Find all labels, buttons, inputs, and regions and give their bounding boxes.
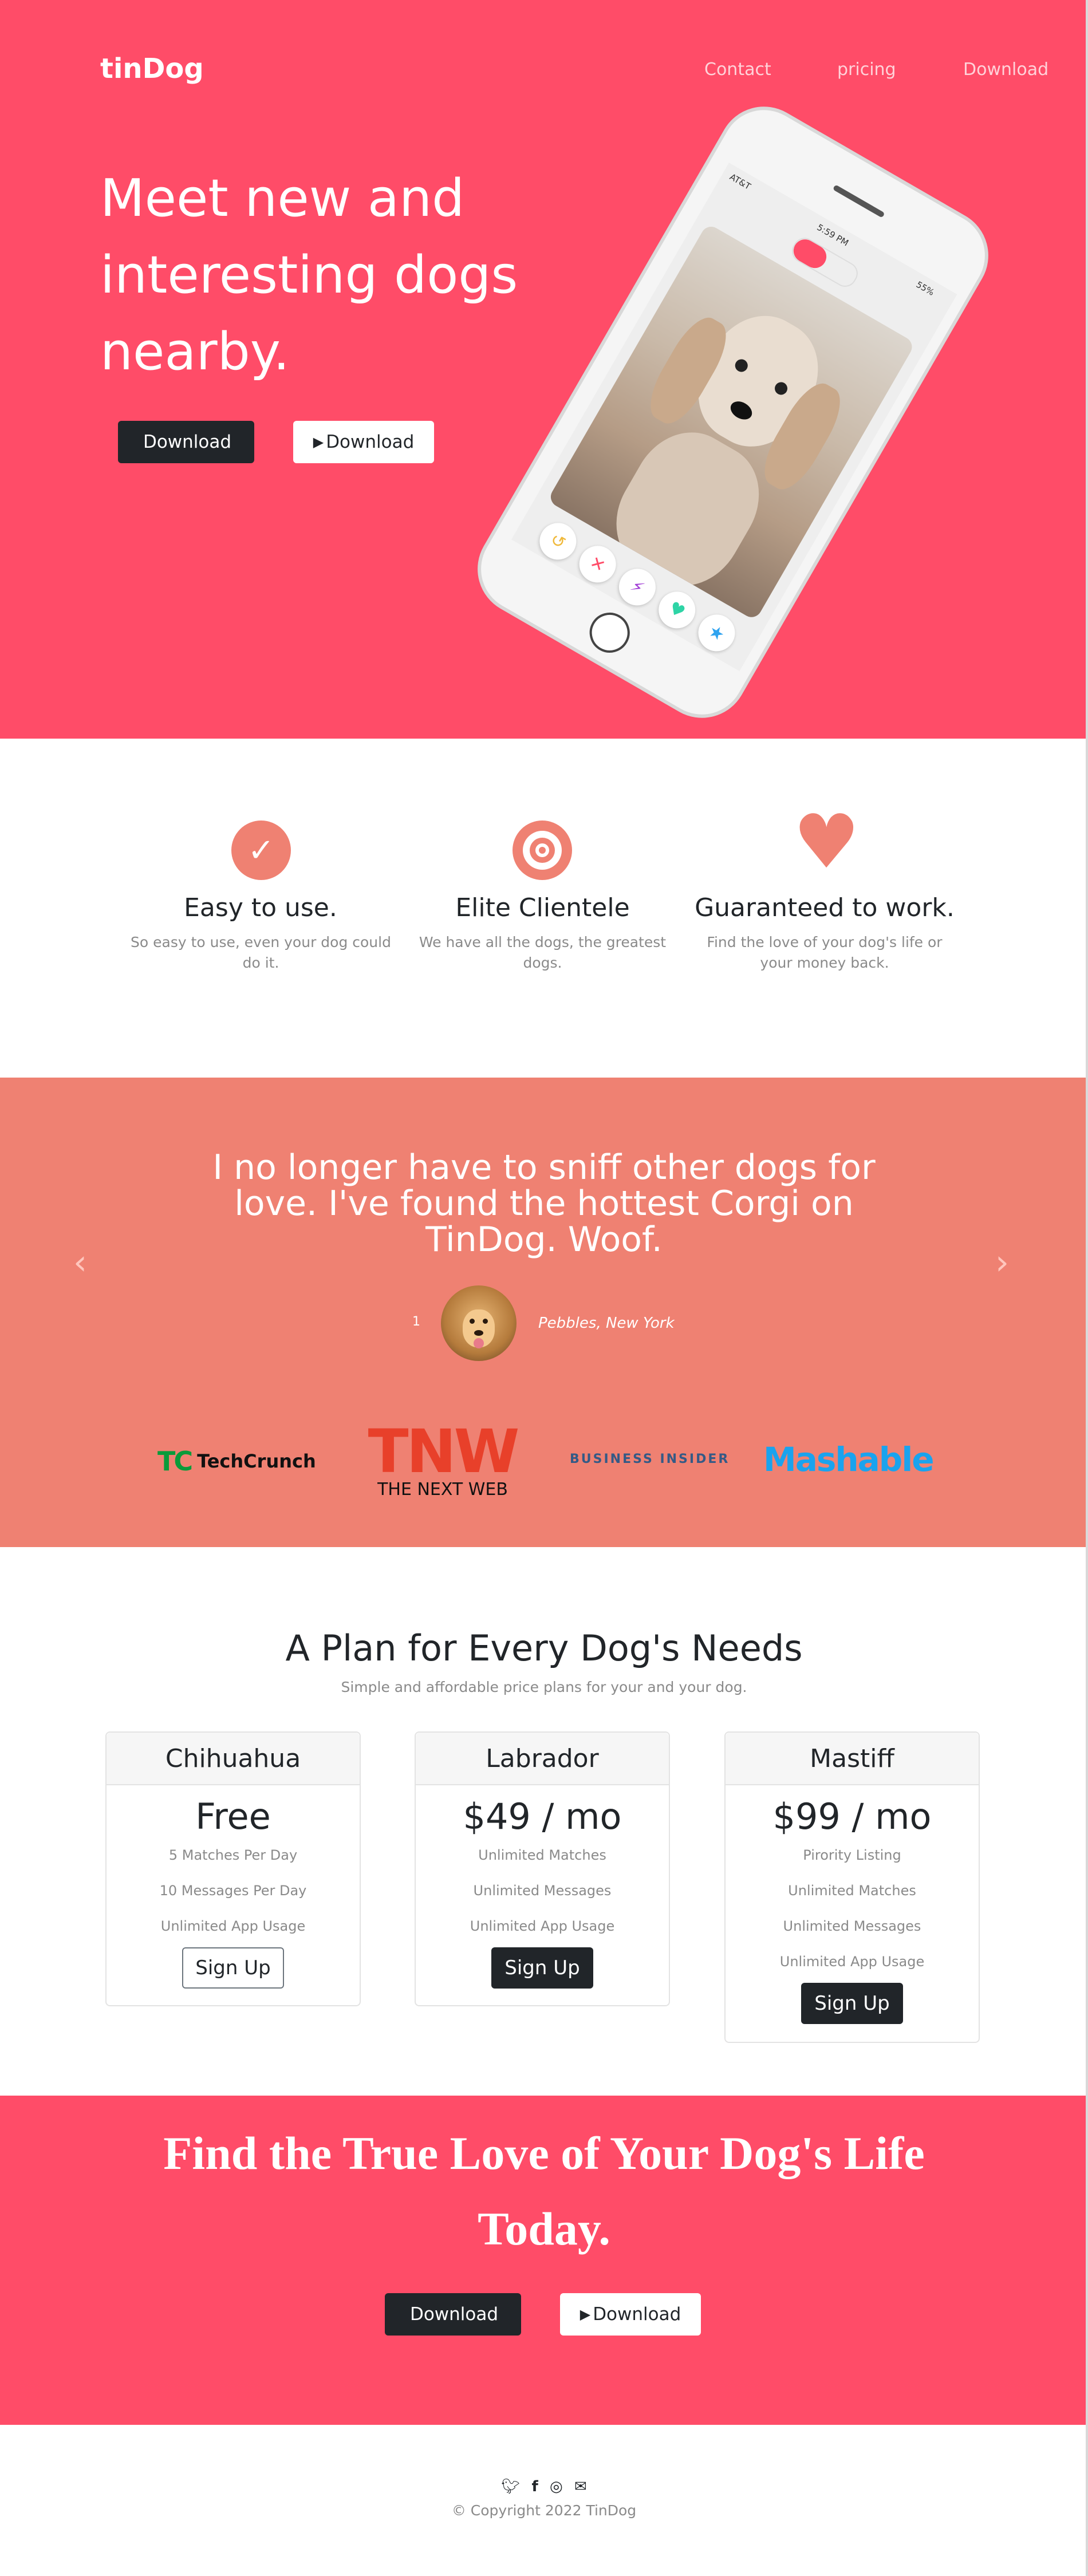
social-links: 🐦︎ f ◎ ✉ [0,2478,1088,2495]
phone-home-button [582,605,637,660]
plan-name: Chihuahua [107,1733,360,1785]
heart-icon: ♥ [793,798,860,885]
brand-logo[interactable]: tinDog [100,53,204,85]
plan-feature: 5 Matches Per Day [168,1847,298,1863]
superlike-icon: ★ [691,607,742,658]
testimonial-quote: I no longer have to sniff other dogs for… [212,1147,876,1260]
instagram-icon[interactable]: ◎ [550,2478,563,2495]
plan-feature: Unlimited App Usage [779,1954,925,1970]
nav-pricing-link[interactable]: pricing [837,60,896,80]
app-store-download-button[interactable]: Download [385,2293,521,2336]
button-label: Download [326,432,415,452]
tnw-logo: TNW THE NEXT WEB [360,1417,526,1500]
scrollbar-track[interactable] [1086,0,1088,2576]
check-circle-icon: ✓ [231,820,291,880]
pricing-card-chihuahua: Chihuahua Free 5 Matches Per Day 10 Mess… [105,1731,361,2006]
carousel-next-button[interactable]: › [995,1242,1009,1283]
boost-icon: ⚡ [612,562,663,613]
techcrunch-logo: TC TechCrunch [157,1446,316,1477]
plan-feature: Pirority Listing [803,1847,901,1863]
hero-title: Meet new and interesting dogs nearby. [100,168,518,382]
plan-feature: Unlimited Matches [478,1847,606,1863]
plan-price: $49 / mo [463,1796,622,1837]
sign-up-button[interactable]: Sign Up [491,1947,593,1989]
feature-text: Find the love of your dog's life or your… [707,934,943,971]
avatar [441,1285,517,1361]
phone-carrier: AT&T [728,171,753,192]
cta-title: Find the True Love of Your Dog's Life To… [163,2127,925,2255]
nav-download-link[interactable]: Download [963,60,1048,80]
plan-feature: 10 Messages Per Day [159,1883,307,1899]
plan-feature: Unlimited App Usage [470,1918,615,1934]
button-label: Download [143,432,232,452]
phone-speaker [832,184,885,218]
testimonial-author: Pebbles, New York [538,1315,675,1332]
twitter-icon[interactable]: 🐦︎ [501,2478,520,2495]
tnw-name: THE NEXT WEB [377,1480,508,1500]
facebook-icon[interactable]: f [531,2478,538,2495]
plan-feature: Unlimited Messages [473,1883,612,1899]
play-store-download-button[interactable]: ▶ Download [560,2293,701,2336]
like-icon: ♥ [652,585,702,636]
sign-up-button[interactable]: Sign Up [801,1983,903,2024]
pricing-title: A Plan for Every Dog's Needs [285,1627,803,1669]
google-play-icon: ▶ [313,434,324,450]
pricing-card-mastiff: Mastiff $99 / mo Pirority Listing Unlimi… [724,1731,980,2043]
rewind-icon: ↺ [533,516,584,567]
feature-text: We have all the dogs, the greatest dogs. [419,934,667,971]
feature-title: Elite Clientele [455,893,630,922]
feature-text: So easy to use, even your dog could do i… [131,934,391,971]
pricing-subtitle: Simple and affordable price plans for yo… [341,1679,747,1695]
pricing-card-labrador: Labrador $49 / mo Unlimited Matches Unli… [415,1731,670,2006]
envelope-icon[interactable]: ✉ [574,2478,587,2495]
nav-contact-link[interactable]: Contact [704,60,771,80]
phone-time: 5:59 PM [815,222,850,248]
sign-up-button[interactable]: Sign Up [182,1947,284,1989]
techcrunch-mark: TC [157,1446,193,1477]
carousel-prev-button[interactable]: ‹ [73,1242,87,1283]
button-label: Download [593,2304,681,2325]
plan-feature: Unlimited Matches [788,1883,916,1899]
slide-number: 1 [412,1315,420,1329]
nope-icon: ✕ [572,539,623,590]
bullseye-icon [513,820,572,880]
play-store-download-button[interactable]: ▶ Download [293,421,434,463]
business-insider-logo: BUSINESS INSIDER [570,1452,730,1466]
phone-screen: AT&T 5:59 PM 55% ↺ ✕ ⚡ ♥ ★ [511,163,957,672]
mashable-logo: Mashable [763,1440,935,1479]
plan-feature: Unlimited App Usage [160,1918,306,1934]
tnw-mark: TNW [368,1417,520,1486]
plan-feature: Unlimited Messages [783,1918,921,1934]
techcrunch-name: TechCrunch [197,1450,316,1472]
button-label: Download [409,2304,499,2325]
feature-title: Easy to use. [184,893,337,922]
google-play-icon: ▶ [580,2306,591,2322]
plan-price: $99 / mo [772,1796,932,1837]
feature-title: Guaranteed to work. [695,893,955,922]
app-store-download-button[interactable]: Download [118,421,254,463]
plan-price: Free [195,1796,271,1837]
plan-name: Labrador [416,1733,669,1785]
copyright-text: © Copyright 2022 TinDog [451,2502,637,2519]
plan-name: Mastiff [726,1733,979,1785]
phone-battery: 55% [914,279,936,298]
